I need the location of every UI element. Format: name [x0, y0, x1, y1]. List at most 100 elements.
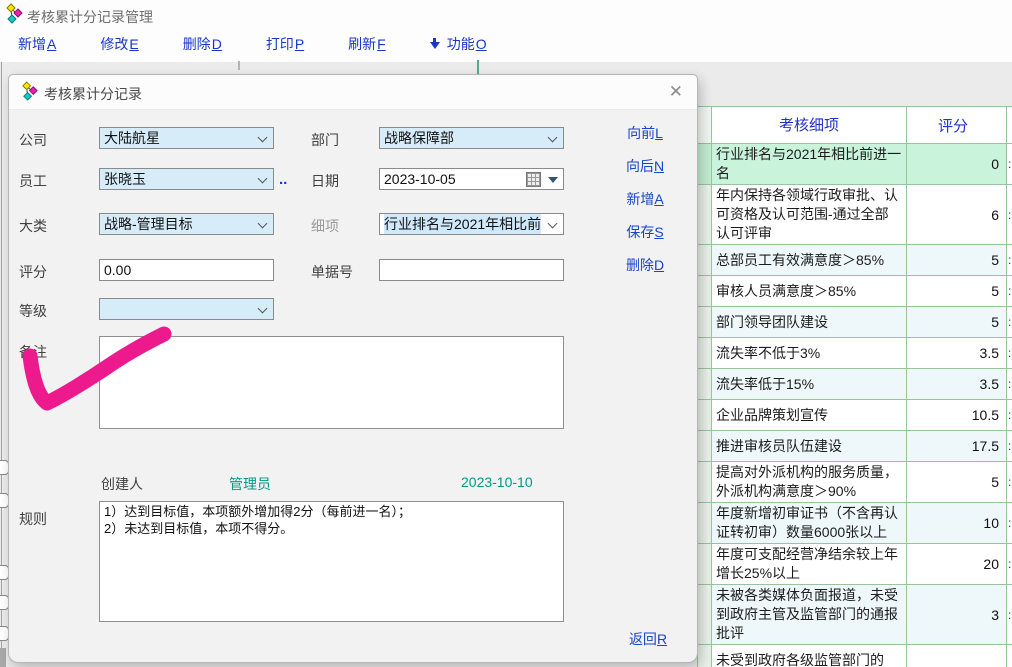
nav-button[interactable]: 新增A: [605, 189, 685, 209]
app-icon: [5, 3, 23, 30]
detail-value: 行业排名与2021年相比前: [384, 214, 541, 234]
cell-item-text: 推进审核员队伍建设: [716, 437, 842, 456]
company-select[interactable]: 大陆航星: [99, 127, 274, 149]
row-gutter: [698, 503, 712, 543]
cell-score: 10.5: [907, 400, 1007, 430]
row-gutter: [698, 369, 712, 399]
date-input[interactable]: 2023-10-05: [379, 168, 564, 190]
cell-item-text: 流失率不低于3%: [716, 344, 820, 363]
table-row[interactable]: 未被各类媒体负面报道，未受到政府主管及监管部门的通报批评 3 :: [698, 585, 1012, 645]
cell-item: 审核人员满意度＞85%: [712, 276, 907, 306]
cell-item: 提高对外派机构的服务质量，外派机构满意度＞90%: [712, 462, 907, 502]
return-button[interactable]: 返回R: [613, 629, 683, 649]
table-row[interactable]: 年度新增初审证书（不含再认证转初审）数量6000张以上 10 :: [698, 503, 1012, 544]
cell-score: 3.5: [907, 338, 1007, 368]
nav-button-key: D: [654, 257, 664, 273]
employee-select[interactable]: 张晓玉: [99, 168, 274, 190]
toolbar-button-label: 新增: [18, 34, 46, 54]
cell-item-text: 未受到政府各级监管部门的: [716, 651, 884, 667]
chevron-down-icon: [548, 219, 558, 229]
clipped-cell: [1007, 645, 1012, 667]
table-row[interactable]: 审核人员满意度＞85% 5 :: [698, 276, 1012, 307]
detail-select[interactable]: 行业排名与2021年相比前: [379, 213, 564, 235]
browse-button[interactable]: ..: [279, 171, 287, 188]
remark-textarea[interactable]: [99, 336, 564, 429]
table-row[interactable]: 行业排名与2021年相比前进一名 0 :: [698, 144, 1012, 185]
company-label: 公司: [19, 130, 47, 150]
date-value: 2023-10-05: [384, 171, 456, 187]
row-gutter: [698, 276, 712, 306]
doc-no-input[interactable]: [379, 259, 564, 281]
table-header-row: 考核细项 评分: [698, 107, 1012, 144]
cell-item: 部门领导团队建设: [712, 307, 907, 337]
cell-score: 3.5: [907, 369, 1007, 399]
rule-textarea[interactable]: 1）达到目标值，本项额外增加得2分（每前进一名）； 2）未达到目标值，本项不得分…: [99, 501, 564, 622]
toolbar-button[interactable]: 删除D: [183, 34, 222, 54]
toolbar-button-label: 打印: [266, 34, 294, 54]
table-row[interactable]: 年度可支配经营净结余较上年增长25%以上 20 :: [698, 544, 1012, 585]
grade-select[interactable]: [99, 298, 274, 320]
nav-button[interactable]: 保存S: [605, 222, 685, 242]
clipped-cell: :: [1007, 185, 1012, 244]
cell-item: 行业排名与2021年相比前进一名: [712, 144, 907, 184]
chevron-down-icon: [548, 133, 558, 143]
table-row[interactable]: 总部员工有效满意度＞85% 5 :: [698, 245, 1012, 276]
toolbar-button[interactable]: 修改E: [100, 34, 138, 54]
nav-button-key: L: [655, 125, 663, 141]
row-gutter: [698, 462, 712, 502]
score-input[interactable]: [99, 259, 274, 281]
nav-button-label: 新增: [626, 191, 654, 207]
cell-item: 年内保持各领域行政审批、认可资格及认可范围-通过全部认可评审: [712, 185, 907, 244]
table-row[interactable]: 流失率低于15% 3.5 :: [698, 369, 1012, 400]
nav-button[interactable]: 向前L: [605, 123, 685, 143]
row-gutter: [698, 431, 712, 461]
splitter-tick: [238, 61, 240, 70]
cell-item-text: 年内保持各领域行政审批、认可资格及认可范围-通过全部认可评审: [716, 186, 902, 243]
toolbar-button-label: 修改: [100, 34, 128, 54]
table-row[interactable]: 推进审核员队伍建设 17.5 :: [698, 431, 1012, 462]
toolbar-button-label: 功能: [447, 34, 475, 54]
table-row[interactable]: 流失率不低于3% 3.5 :: [698, 338, 1012, 369]
toolbar-button[interactable]: 打印P: [266, 34, 304, 54]
clipped-cell: :: [1007, 338, 1012, 368]
cell-item-text: 提高对外派机构的服务质量，外派机构满意度＞90%: [716, 463, 902, 501]
toolbar-button-key: E: [129, 36, 138, 52]
cell-item: 总部员工有效满意度＞85%: [712, 245, 907, 275]
nav-button-key: S: [654, 224, 663, 240]
cell-item: 流失率低于15%: [712, 369, 907, 399]
clipped-cell: :: [1007, 462, 1012, 502]
employee-label: 员工: [19, 171, 47, 191]
record-dialog: 考核累计分记录 ✕ 公司 大陆航星 部门 战略保障部 员工 张晓玉 .. 日期 …: [8, 74, 698, 663]
rule-label: 规则: [19, 509, 47, 529]
cell-score: 3: [907, 585, 1007, 644]
table-row[interactable]: 部门领导团队建设 5 :: [698, 307, 1012, 338]
return-button-key: R: [657, 631, 667, 647]
table-row[interactable]: 提高对外派机构的服务质量，外派机构满意度＞90% 5 :: [698, 462, 1012, 503]
table-row[interactable]: 年内保持各领域行政审批、认可资格及认可范围-通过全部认可评审 6 :: [698, 185, 1012, 245]
assessment-table: 考核细项 评分 行业排名与2021年相比前进一名 0 : 年内保持各领域行政审批…: [697, 106, 1012, 667]
cell-score: 5: [907, 276, 1007, 306]
nav-button[interactable]: 删除D: [605, 255, 685, 275]
table-row[interactable]: 未受到政府各级监管部门的: [698, 645, 1012, 667]
remark-label: 备注: [19, 342, 47, 362]
category-select[interactable]: 战略-管理目标: [99, 213, 274, 235]
grade-label: 等级: [19, 301, 47, 321]
toolbar-button[interactable]: 新增A: [18, 34, 56, 54]
nav-button-key: A: [654, 191, 663, 207]
clipped-cell: :: [1007, 400, 1012, 430]
toolbar-button-label: 删除: [183, 34, 211, 54]
table-row[interactable]: 企业品牌策划宣传 10.5 :: [698, 400, 1012, 431]
close-icon[interactable]: ✕: [669, 82, 683, 102]
calendar-dropdown-arrow[interactable]: [548, 177, 558, 183]
nav-button[interactable]: 向后N: [605, 156, 685, 176]
return-button-label: 返回: [629, 631, 657, 647]
chevron-down-icon: [258, 133, 268, 143]
cell-item-text: 部门领导团队建设: [716, 313, 828, 332]
cell-item-text: 年度可支配经营净结余较上年增长25%以上: [716, 545, 902, 583]
toolbar-button[interactable]: 功能O: [430, 34, 487, 54]
department-select[interactable]: 战略保障部: [379, 127, 564, 149]
creator-date: 2023-10-10: [461, 474, 533, 490]
creator-name: 管理员: [229, 474, 271, 494]
cell-score: 5: [907, 462, 1007, 502]
toolbar-button[interactable]: 刷新F: [348, 34, 386, 54]
